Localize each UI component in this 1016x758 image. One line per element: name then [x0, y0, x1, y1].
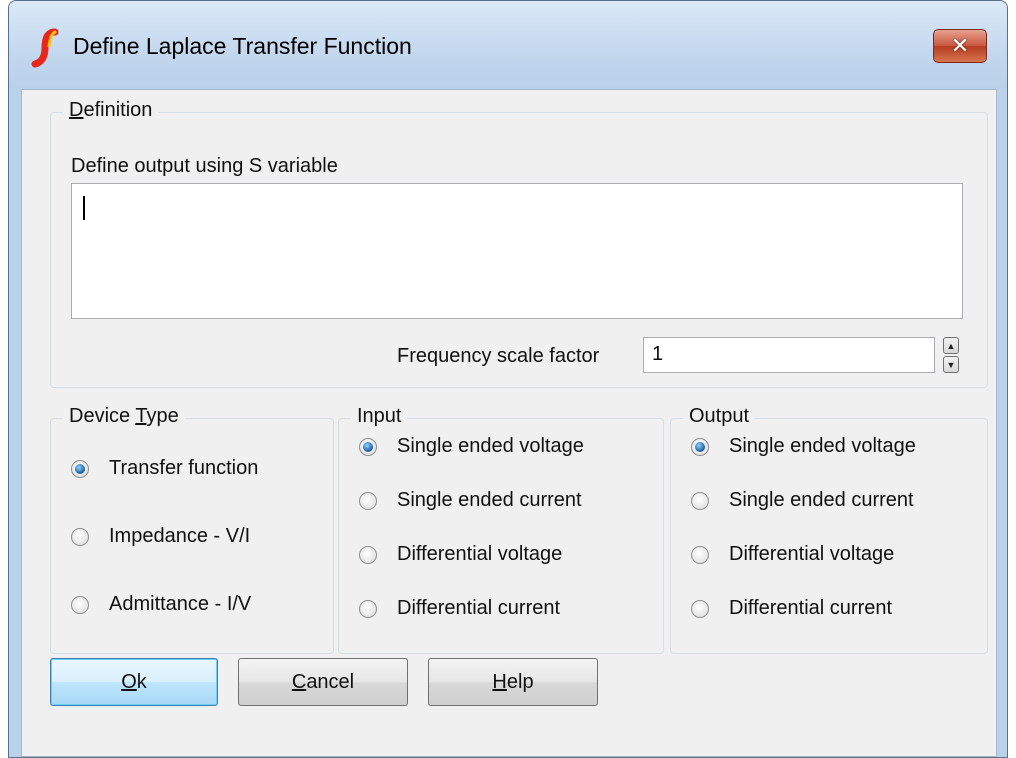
output-group: Output Single ended voltage Single ended… — [670, 405, 988, 654]
transfer-function-input[interactable] — [71, 183, 963, 319]
spin-down-icon[interactable]: ▼ — [943, 356, 959, 373]
output-option[interactable]: Differential current — [691, 597, 892, 620]
radio-button[interactable] — [691, 437, 709, 456]
radio-button[interactable] — [359, 599, 377, 618]
input-option[interactable]: Differential voltage — [359, 543, 562, 566]
radio-label: Single ended voltage — [397, 435, 584, 457]
definition-group: Definition Define output using S variabl… — [50, 99, 988, 388]
radio-button[interactable] — [71, 595, 89, 614]
input-option[interactable]: Single ended voltage — [359, 435, 584, 458]
text-caret — [83, 196, 85, 220]
radio-label: Differential current — [397, 597, 561, 619]
input-group-label: Input — [351, 405, 408, 428]
radio-button[interactable] — [691, 545, 709, 564]
output-option[interactable]: Single ended current — [691, 489, 914, 512]
frequency-scale-input[interactable]: 1 — [643, 337, 935, 373]
radio-label: Transfer function — [109, 457, 259, 479]
device-type-option[interactable]: Impedance - V/I — [71, 525, 250, 548]
frequency-scale-spinner: ▲ ▼ — [943, 337, 959, 373]
input-option[interactable]: Single ended current — [359, 489, 582, 512]
radio-label: Single ended current — [729, 489, 914, 511]
radio-button[interactable] — [71, 527, 89, 546]
close-button[interactable]: ✕ — [933, 29, 987, 63]
radio-button[interactable] — [691, 491, 709, 510]
close-icon: ✕ — [950, 33, 970, 58]
input-option[interactable]: Differential current — [359, 597, 560, 620]
radio-button[interactable] — [359, 491, 377, 510]
cancel-button[interactable]: Cancel — [238, 658, 408, 706]
radio-button[interactable] — [691, 599, 709, 618]
dialog-client: Definition Define output using S variabl… — [21, 89, 997, 757]
help-button[interactable]: Help — [428, 658, 598, 706]
radio-button[interactable] — [71, 459, 89, 478]
device-type-label: Device Type — [63, 405, 185, 428]
definition-group-label: Definition — [63, 99, 159, 122]
device-type-option[interactable]: Admittance - I/V — [71, 593, 251, 616]
device-type-group: Device Type Transfer function Impedance … — [50, 405, 334, 654]
radio-button[interactable] — [359, 437, 377, 456]
window-title: Define Laplace Transfer Function — [73, 33, 412, 59]
frequency-scale-value: 1 — [652, 343, 664, 365]
radio-button[interactable] — [359, 545, 377, 564]
radio-label: Differential voltage — [397, 543, 563, 565]
output-option[interactable]: Single ended voltage — [691, 435, 916, 458]
radio-label: Admittance - I/V — [109, 593, 252, 615]
radio-label: Single ended current — [397, 489, 582, 511]
device-type-option[interactable]: Transfer function — [71, 457, 258, 480]
spin-up-icon[interactable]: ▲ — [943, 337, 959, 354]
ok-button[interactable]: Ok — [50, 658, 218, 706]
dialog-window: Define Laplace Transfer Function ✕ Defin… — [8, 0, 1008, 758]
radio-label: Single ended voltage — [729, 435, 916, 457]
definition-prompt: Define output using S variable — [71, 155, 338, 177]
frequency-scale-label: Frequency scale factor — [397, 345, 600, 367]
output-option[interactable]: Differential voltage — [691, 543, 894, 566]
radio-label: Differential current — [729, 597, 893, 619]
radio-label: Differential voltage — [729, 543, 895, 565]
output-group-label: Output — [683, 405, 756, 428]
radio-label: Impedance - V/I — [109, 525, 251, 547]
app-logo-icon — [31, 28, 59, 68]
title-bar[interactable]: Define Laplace Transfer Function ✕ — [9, 1, 1007, 89]
input-group: Input Single ended voltage Single ended … — [338, 405, 664, 654]
